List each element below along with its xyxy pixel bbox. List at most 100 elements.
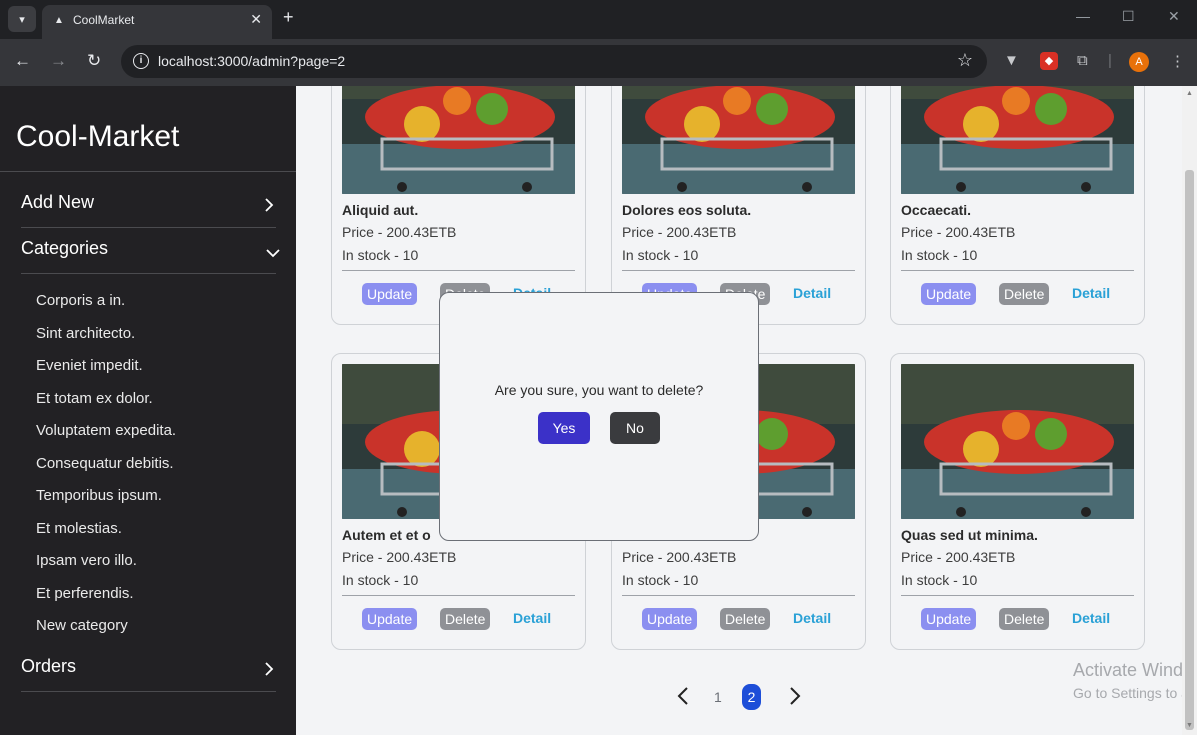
scrollbar-thumb[interactable] xyxy=(1185,170,1194,730)
tab-title: CoolMarket xyxy=(73,13,135,27)
browser-tab-bar: ▾ ▲ CoolMarket ✕ + — ☐ ✕ xyxy=(0,0,1197,39)
forward-arrow-icon[interactable]: → xyxy=(50,51,67,71)
update-button[interactable]: Update xyxy=(921,608,977,630)
product-card: Quas sed ut minima. Price - 200.43ETB In… xyxy=(890,353,1145,650)
close-tab-icon[interactable]: ✕ xyxy=(250,11,262,28)
product-image xyxy=(901,364,1134,519)
scroll-up-icon[interactable]: ▲ xyxy=(1186,90,1193,97)
browser-toolbar: ← → ↻ i localhost:3000/admin?page=2 ☆ ▼ … xyxy=(0,39,1197,86)
product-card: Dolores eos soluta. Price - 200.43ETB In… xyxy=(611,86,866,325)
maximize-icon[interactable]: ☐ xyxy=(1122,8,1135,25)
toolbar-divider: | xyxy=(1108,52,1112,69)
sidebar-item-add-new[interactable]: Add New xyxy=(21,182,276,228)
confirm-no-button[interactable]: No xyxy=(610,412,660,444)
scrollbar[interactable]: ▲ ▼ xyxy=(1182,86,1197,735)
pagination-next-icon[interactable] xyxy=(788,686,802,706)
watermark-line-2: Go to Settings to activate Windows. xyxy=(1073,685,1182,701)
product-title[interactable]: Quas sed ut minima. xyxy=(901,527,1038,543)
site-info-icon[interactable]: i xyxy=(133,53,149,69)
category-link[interactable]: Temporibus ipsum. xyxy=(36,487,162,504)
reload-icon[interactable]: ↻ xyxy=(87,51,101,71)
brand-title[interactable]: Cool-Market xyxy=(16,120,179,154)
card-divider xyxy=(901,270,1134,271)
delete-button[interactable]: Delete xyxy=(999,608,1050,630)
pagination-prev-icon[interactable] xyxy=(676,686,690,706)
delete-confirm-dialog: Are you sure, you want to delete? Yes No xyxy=(439,292,759,541)
address-bar[interactable]: i localhost:3000/admin?page=2 ☆ xyxy=(121,45,987,78)
close-window-icon[interactable]: ✕ xyxy=(1168,8,1180,25)
card-divider xyxy=(622,595,855,596)
product-image xyxy=(342,86,575,194)
delete-button[interactable]: Delete xyxy=(440,608,491,630)
detail-link[interactable]: Detail xyxy=(513,610,551,626)
back-arrow-icon[interactable]: ← xyxy=(14,51,31,71)
product-title[interactable]: Autem et et o xyxy=(342,527,431,543)
chevron-right-icon xyxy=(264,198,274,212)
profile-avatar[interactable]: A xyxy=(1129,52,1149,72)
category-link[interactable]: Eveniet impedit. xyxy=(36,357,143,374)
vpn-extension-icon[interactable]: ▼ xyxy=(1004,52,1019,69)
favicon-icon: ▲ xyxy=(54,15,64,26)
product-price: Price - 200.43ETB xyxy=(622,549,737,565)
product-title[interactable]: Aliquid aut. xyxy=(342,202,418,218)
product-card: Aliquid aut. Price - 200.43ETB In stock … xyxy=(331,86,586,325)
url-text[interactable]: localhost:3000/admin?page=2 xyxy=(158,53,345,69)
update-button[interactable]: Update xyxy=(362,608,418,630)
category-link[interactable]: Et molestias. xyxy=(36,520,122,537)
product-price: Price - 200.43ETB xyxy=(622,224,737,240)
product-stock: In stock - 10 xyxy=(622,572,699,588)
category-link[interactable]: Corporis a in. xyxy=(36,292,125,309)
sidebar-item-label: Add New xyxy=(21,192,95,212)
delete-button[interactable]: Delete xyxy=(720,608,771,630)
sidebar-item-label: Orders xyxy=(21,656,77,676)
dialog-message: Are you sure, you want to delete? xyxy=(494,382,704,398)
product-card: Occaecati. Price - 200.43ETB In stock - … xyxy=(890,86,1145,325)
sidebar-item-orders[interactable]: Orders xyxy=(21,646,276,692)
category-link[interactable]: Sint architecto. xyxy=(36,325,135,342)
extension-red-icon[interactable]: ◆ xyxy=(1040,52,1058,70)
category-link[interactable]: Et perferendis. xyxy=(36,585,134,602)
category-link[interactable]: Et totam ex dolor. xyxy=(36,390,153,407)
sidebar-item-label: Categories xyxy=(21,238,109,258)
category-link[interactable]: Consequatur debitis. xyxy=(36,455,174,472)
card-divider xyxy=(901,595,1134,596)
pagination-page-1[interactable]: 1 xyxy=(714,689,722,705)
new-tab-button[interactable]: + xyxy=(283,7,294,28)
sidebar-item-categories[interactable]: Categories xyxy=(21,228,280,274)
category-link[interactable]: Ipsam vero illo. xyxy=(36,552,137,569)
update-button[interactable]: Update xyxy=(921,283,977,305)
product-image xyxy=(622,86,855,194)
product-price: Price - 200.43ETB xyxy=(901,224,1016,240)
tab-search-button[interactable]: ▾ xyxy=(8,6,36,32)
minimize-icon[interactable]: — xyxy=(1076,8,1090,24)
watermark-line-1: Activate Windows xyxy=(1073,660,1182,680)
pagination-page-2-active[interactable]: 2 xyxy=(742,684,761,710)
detail-link[interactable]: Detail xyxy=(1072,610,1110,626)
detail-link[interactable]: Detail xyxy=(793,285,831,301)
product-stock: In stock - 10 xyxy=(342,572,419,588)
bookmark-star-icon[interactable]: ☆ xyxy=(957,50,973,71)
update-button[interactable]: Update xyxy=(362,283,418,305)
product-stock: In stock - 10 xyxy=(622,247,699,263)
product-stock: In stock - 10 xyxy=(342,247,419,263)
category-link[interactable]: New category xyxy=(36,617,128,634)
confirm-yes-button[interactable]: Yes xyxy=(538,412,590,444)
browser-tab[interactable]: ▲ CoolMarket ✕ xyxy=(42,5,272,39)
detail-link[interactable]: Detail xyxy=(793,610,831,626)
product-title[interactable]: Occaecati. xyxy=(901,202,971,218)
extensions-puzzle-icon[interactable]: ⧉ xyxy=(1077,52,1088,69)
update-button[interactable]: Update xyxy=(642,608,698,630)
card-divider xyxy=(622,270,855,271)
detail-link[interactable]: Detail xyxy=(1072,285,1110,301)
category-link[interactable]: Voluptatem expedita. xyxy=(36,422,176,439)
activate-windows-watermark: Activate Windows Go to Settings to activ… xyxy=(1073,655,1182,705)
card-divider xyxy=(342,270,575,271)
delete-button[interactable]: Delete xyxy=(999,283,1050,305)
product-price: Price - 200.43ETB xyxy=(901,549,1016,565)
sidebar: Cool-Market Add New Categories Corporis … xyxy=(0,86,296,735)
chevron-down-icon xyxy=(266,248,280,258)
browser-menu-icon[interactable]: ⋮ xyxy=(1170,52,1185,70)
product-stock: In stock - 10 xyxy=(901,247,978,263)
scroll-down-icon[interactable]: ▼ xyxy=(1186,722,1193,729)
product-title[interactable]: Dolores eos soluta. xyxy=(622,202,751,218)
